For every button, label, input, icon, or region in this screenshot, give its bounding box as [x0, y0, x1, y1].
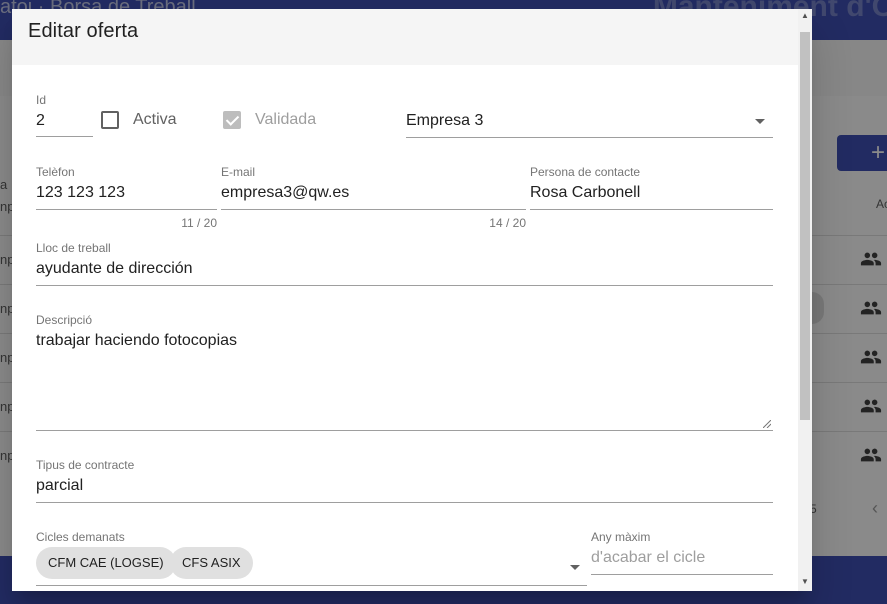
id-label: Id — [36, 93, 47, 107]
validada-checkbox: Validada — [223, 111, 316, 129]
email-field[interactable]: E-mail empresa3@qw.es 14 / 20 — [221, 165, 526, 231]
contact-person-label: Persona de contacte — [530, 165, 641, 179]
dialog-header: Editar oferta — [12, 9, 798, 65]
validada-label: Validada — [255, 111, 317, 128]
max-year-placeholder[interactable]: d'acabar el cicle — [591, 549, 705, 567]
empresa-underline — [406, 137, 773, 138]
contact-person-field[interactable]: Persona de contacte Rosa Carbonell — [530, 165, 773, 210]
max-year-label: Any màxim — [591, 530, 651, 544]
description-underline — [36, 430, 773, 431]
email-underline — [221, 209, 526, 210]
dialog-title: Editar oferta — [28, 20, 139, 42]
contract-type-value[interactable]: parcial — [36, 477, 83, 495]
contract-type-field[interactable]: Tipus de contracte parcial — [36, 458, 773, 503]
description-textarea[interactable]: Descripció trabajar haciendo fotocopias — [36, 313, 773, 431]
checkbox-unchecked-icon[interactable] — [101, 111, 119, 129]
contract-type-underline — [36, 502, 773, 503]
contract-type-label: Tipus de contracte — [36, 458, 135, 472]
dropdown-arrow-icon[interactable] — [755, 119, 765, 124]
scrollbar-thumb[interactable] — [800, 32, 810, 420]
email-label: E-mail — [221, 165, 256, 179]
job-position-field[interactable]: Lloc de treball ayudante de dirección — [36, 241, 773, 286]
telefon-label: Telèfon — [36, 165, 75, 179]
job-position-value[interactable]: ayudante de dirección — [36, 260, 193, 278]
contact-person-underline — [530, 209, 773, 210]
scroll-down-arrow-icon[interactable]: ▼ — [800, 577, 810, 587]
cycle-chip[interactable]: CFS ASIX — [170, 547, 253, 579]
email-counter: 14 / 20 — [489, 216, 526, 230]
id-value[interactable]: 2 — [36, 112, 45, 130]
required-cycles-label: Cicles demanats — [36, 530, 125, 544]
activa-checkbox[interactable]: Activa — [101, 111, 177, 129]
checkbox-checked-icon — [223, 111, 241, 129]
contact-person-value[interactable]: Rosa Carbonell — [530, 184, 640, 202]
resize-handle-icon[interactable] — [763, 420, 771, 428]
description-value[interactable]: trabajar haciendo fotocopias — [36, 332, 237, 350]
email-value[interactable]: empresa3@qw.es — [221, 184, 349, 202]
activa-label: Activa — [133, 111, 177, 128]
job-position-label: Lloc de treball — [36, 241, 111, 255]
dialog-scrollbar[interactable]: ▲ ▼ — [798, 9, 812, 591]
empresa-value[interactable]: Empresa 3 — [406, 112, 483, 130]
required-cycles-underline — [36, 585, 587, 586]
required-cycles-select[interactable]: Cicles demanats CFM CAE (LOGSE) CFS ASIX — [36, 530, 587, 586]
max-year-underline — [591, 574, 773, 575]
empresa-select[interactable]: Empresa 3 — [406, 93, 773, 138]
description-label: Descripció — [36, 313, 93, 327]
telefon-field[interactable]: Telèfon 123 123 123 11 / 20 — [36, 165, 217, 231]
telefon-value[interactable]: 123 123 123 — [36, 184, 125, 202]
id-underline — [36, 136, 93, 137]
scroll-up-arrow-icon[interactable]: ▲ — [800, 11, 810, 21]
telefon-underline — [36, 209, 217, 210]
edit-offer-dialog: Editar oferta Id 2 Activa Validada Empre… — [12, 9, 812, 591]
id-field[interactable]: Id 2 — [36, 93, 93, 138]
job-position-underline — [36, 285, 773, 286]
cycle-chip[interactable]: CFM CAE (LOGSE) — [36, 547, 176, 579]
telefon-counter: 11 / 20 — [181, 216, 217, 230]
max-year-field[interactable]: Any màxim d'acabar el cicle — [591, 530, 773, 575]
dropdown-arrow-icon[interactable] — [570, 565, 580, 570]
